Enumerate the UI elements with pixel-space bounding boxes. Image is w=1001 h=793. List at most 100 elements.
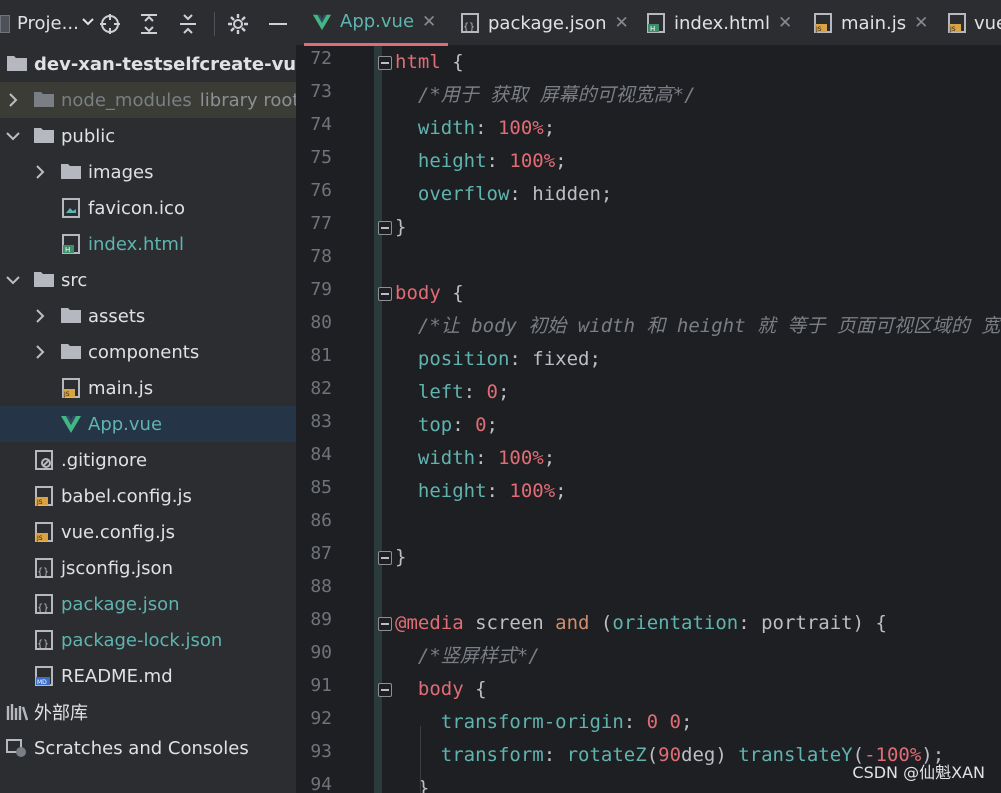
folder-icon bbox=[60, 306, 82, 326]
tree-item-components[interactable]: components bbox=[0, 334, 296, 370]
code-token: overflow bbox=[395, 183, 510, 205]
code-token: : portrait) { bbox=[738, 612, 887, 634]
code-token: ( bbox=[589, 612, 613, 634]
fold-marker-icon[interactable] bbox=[378, 221, 392, 235]
tab-index-html[interactable]: H index.html ✕ bbox=[646, 0, 792, 46]
code-token: ; bbox=[543, 117, 556, 139]
code-token: ; bbox=[486, 414, 498, 436]
tree-item-label: Scratches and Consoles bbox=[34, 737, 249, 759]
tree-item-package-lock[interactable]: {} package-lock.json bbox=[0, 622, 296, 658]
tree-item-index-html[interactable]: H index.html bbox=[0, 226, 296, 262]
code-token: : bbox=[486, 480, 510, 502]
js-icon: JS bbox=[948, 13, 966, 33]
tab-package-json[interactable]: {} package.json ✕ bbox=[460, 0, 629, 46]
gear-icon[interactable] bbox=[226, 12, 250, 36]
svg-text:{}: {} bbox=[463, 22, 475, 33]
fold-marker-icon[interactable] bbox=[378, 56, 392, 70]
tree-item-label: README.md bbox=[61, 665, 173, 687]
line-number-gutter: 72 73 74 75 76 77 78 79 80 81 82 83 84 85 86 87 88 89 90 91… bbox=[296, 46, 374, 793]
code-token: ; bbox=[543, 447, 556, 469]
vue-icon bbox=[60, 414, 82, 434]
locate-icon[interactable] bbox=[98, 12, 122, 36]
code-line: overflow: hidden; bbox=[395, 178, 612, 211]
tree-root[interactable]: dev-xan-testselfcreate-vuethr bbox=[0, 46, 296, 82]
tab-label: index.html bbox=[674, 12, 770, 34]
tree-item-jsconfig[interactable]: {} jsconfig.json bbox=[0, 550, 296, 586]
code-token: 100% bbox=[497, 447, 544, 469]
code-token: 100% bbox=[497, 117, 544, 139]
code-token: } bbox=[395, 216, 407, 238]
code-line: /*用于 获取 屏幕的可视宽高*/ bbox=[395, 79, 696, 112]
code-token: : bbox=[463, 381, 487, 403]
code-token: /*让 body 初始 width 和 height 就 等于 页面可视区域的 … bbox=[395, 315, 1001, 337]
code-token: orientation bbox=[612, 612, 739, 634]
tree-item-label: index.html bbox=[88, 233, 184, 255]
tree-item-label: favicon.ico bbox=[88, 197, 185, 219]
code-token: screen bbox=[463, 612, 556, 634]
toolbar-divider bbox=[214, 12, 215, 36]
tree-item-external-libraries[interactable]: 外部库 bbox=[0, 694, 296, 730]
line-number: 74 bbox=[310, 114, 332, 135]
tree-item-src[interactable]: src bbox=[0, 262, 296, 298]
close-icon[interactable]: ✕ bbox=[615, 13, 629, 33]
code-token: @media bbox=[395, 612, 464, 634]
tree-item-favicon[interactable]: favicon.ico bbox=[0, 190, 296, 226]
collapse-all-icon[interactable] bbox=[176, 12, 200, 36]
tree-item-label: 外部库 bbox=[34, 703, 88, 724]
tree-item-gitignore[interactable]: .gitignore bbox=[0, 442, 296, 478]
js-icon: JS bbox=[813, 13, 833, 33]
code-line: html { bbox=[395, 46, 464, 79]
fold-marker-icon[interactable] bbox=[378, 551, 392, 565]
ignore-file-icon bbox=[35, 450, 57, 470]
tree-item-public[interactable]: public bbox=[0, 118, 296, 154]
close-icon[interactable]: ✕ bbox=[914, 13, 928, 33]
tree-item-main-js[interactable]: JS main.js bbox=[0, 370, 296, 406]
code-editor[interactable]: 72 73 74 75 76 77 78 79 80 81 82 83 84 85 86 87 88 89 90 91… bbox=[296, 46, 1001, 793]
tree-item-images[interactable]: images bbox=[0, 154, 296, 190]
tree-item-vue-config[interactable]: JS vue.config.js bbox=[0, 514, 296, 550]
code-token: translateY bbox=[738, 744, 853, 766]
tree-item-assets[interactable]: assets bbox=[0, 298, 296, 334]
html-file-icon: H bbox=[62, 234, 84, 254]
svg-text:{}: {} bbox=[37, 567, 49, 578]
minimize-icon[interactable] bbox=[266, 12, 290, 36]
indent-guide bbox=[420, 726, 421, 793]
project-view-selector[interactable]: Proje... bbox=[0, 13, 95, 34]
fold-marker-icon[interactable] bbox=[378, 683, 392, 697]
library-root-suffix: library root bbox=[199, 89, 296, 111]
library-icon bbox=[6, 702, 29, 722]
tree-item-babel-config[interactable]: JS babel.config.js bbox=[0, 478, 296, 514]
code-token: deg) bbox=[681, 744, 739, 766]
code-line: body { bbox=[395, 277, 464, 310]
tab-main-js[interactable]: JS main.js ✕ bbox=[813, 0, 928, 46]
tab-app-vue[interactable]: App.vue ✕ bbox=[304, 0, 448, 46]
fold-marker-icon[interactable] bbox=[378, 617, 392, 631]
code-token: body bbox=[395, 678, 464, 700]
tree-item-scratches[interactable]: Scratches and Consoles bbox=[0, 730, 296, 766]
scratches-icon bbox=[6, 738, 28, 758]
line-number: 73 bbox=[310, 81, 332, 102]
code-line: transform-origin: 0 0; bbox=[395, 706, 693, 739]
close-icon[interactable]: ✕ bbox=[778, 13, 792, 33]
tree-item-app-vue[interactable]: App.vue bbox=[0, 406, 296, 442]
tab-label: App.vue bbox=[340, 11, 415, 32]
code-token: width bbox=[395, 117, 476, 139]
code-token: { bbox=[463, 678, 487, 700]
line-number: 94 bbox=[310, 774, 332, 793]
line-number: 89 bbox=[310, 609, 332, 630]
tree-item-package-json[interactable]: {} package.json bbox=[0, 586, 296, 622]
line-number: 72 bbox=[310, 48, 332, 69]
code-token: : bbox=[486, 150, 510, 172]
tab-vue[interactable]: JS vue bbox=[948, 0, 1001, 46]
tree-item-readme[interactable]: MD README.md bbox=[0, 658, 296, 694]
line-number: 77 bbox=[310, 213, 332, 234]
code-line: } bbox=[395, 772, 429, 793]
svg-text:{}: {} bbox=[37, 639, 49, 650]
tree-item-node-modules[interactable]: node_modules library root bbox=[0, 82, 296, 118]
js-file-icon: JS bbox=[35, 522, 57, 542]
expand-all-icon[interactable] bbox=[137, 12, 161, 36]
close-icon[interactable]: ✕ bbox=[422, 12, 436, 32]
line-number: 80 bbox=[310, 312, 332, 333]
code-token: : bbox=[623, 711, 647, 733]
fold-marker-icon[interactable] bbox=[378, 287, 392, 301]
